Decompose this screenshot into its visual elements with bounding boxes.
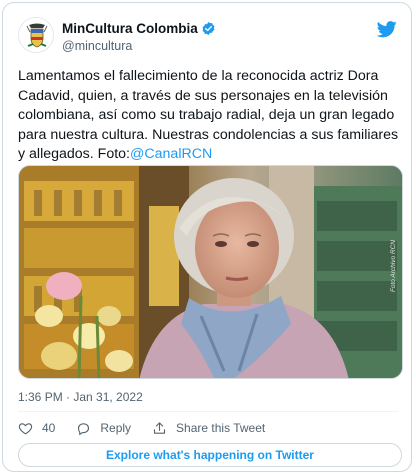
display-name[interactable]: MinCultura Colombia: [62, 21, 198, 36]
heart-icon: [18, 422, 33, 434]
reply-label: Reply: [100, 421, 132, 435]
twitter-bird-icon[interactable]: [377, 19, 397, 39]
share-arrow-icon: [153, 421, 166, 434]
tweet-header: MinCultura Colombia @mincultura: [18, 17, 399, 57]
tweet-text: Lamentamos el fallecimiento de la recono…: [18, 67, 402, 165]
like-count: 40: [42, 421, 56, 435]
photo-credit: Foto Archivo RCN: [390, 240, 397, 293]
tweet-timestamp[interactable]: 1:36 PM · Jan 31, 2022: [18, 390, 143, 404]
handle[interactable]: @mincultura: [62, 39, 216, 53]
verified-badge-icon: [202, 21, 215, 35]
mention-link[interactable]: @CanalRCN: [130, 146, 212, 162]
tweet-actions: 40 Reply Share this Tweet: [18, 419, 286, 437]
share-label: Share this Tweet: [176, 421, 266, 435]
explore-twitter-button[interactable]: Explore what's happening on Twitter: [18, 443, 402, 467]
divider: [18, 411, 399, 412]
avatar[interactable]: [18, 17, 54, 53]
author-info: MinCultura Colombia @mincultura: [62, 19, 216, 53]
coat-of-arms-logo: [19, 18, 53, 52]
tweet-card: MinCultura Colombia @mincultura Lamentam…: [2, 2, 412, 472]
share-button[interactable]: Share this Tweet: [152, 421, 265, 436]
tweet-photo[interactable]: Foto Archivo RCN: [18, 165, 403, 379]
reply-button[interactable]: Reply: [76, 421, 131, 436]
like-button[interactable]: 40: [18, 421, 55, 436]
photo-image: [19, 166, 402, 378]
reply-bubble-icon: [78, 422, 90, 435]
